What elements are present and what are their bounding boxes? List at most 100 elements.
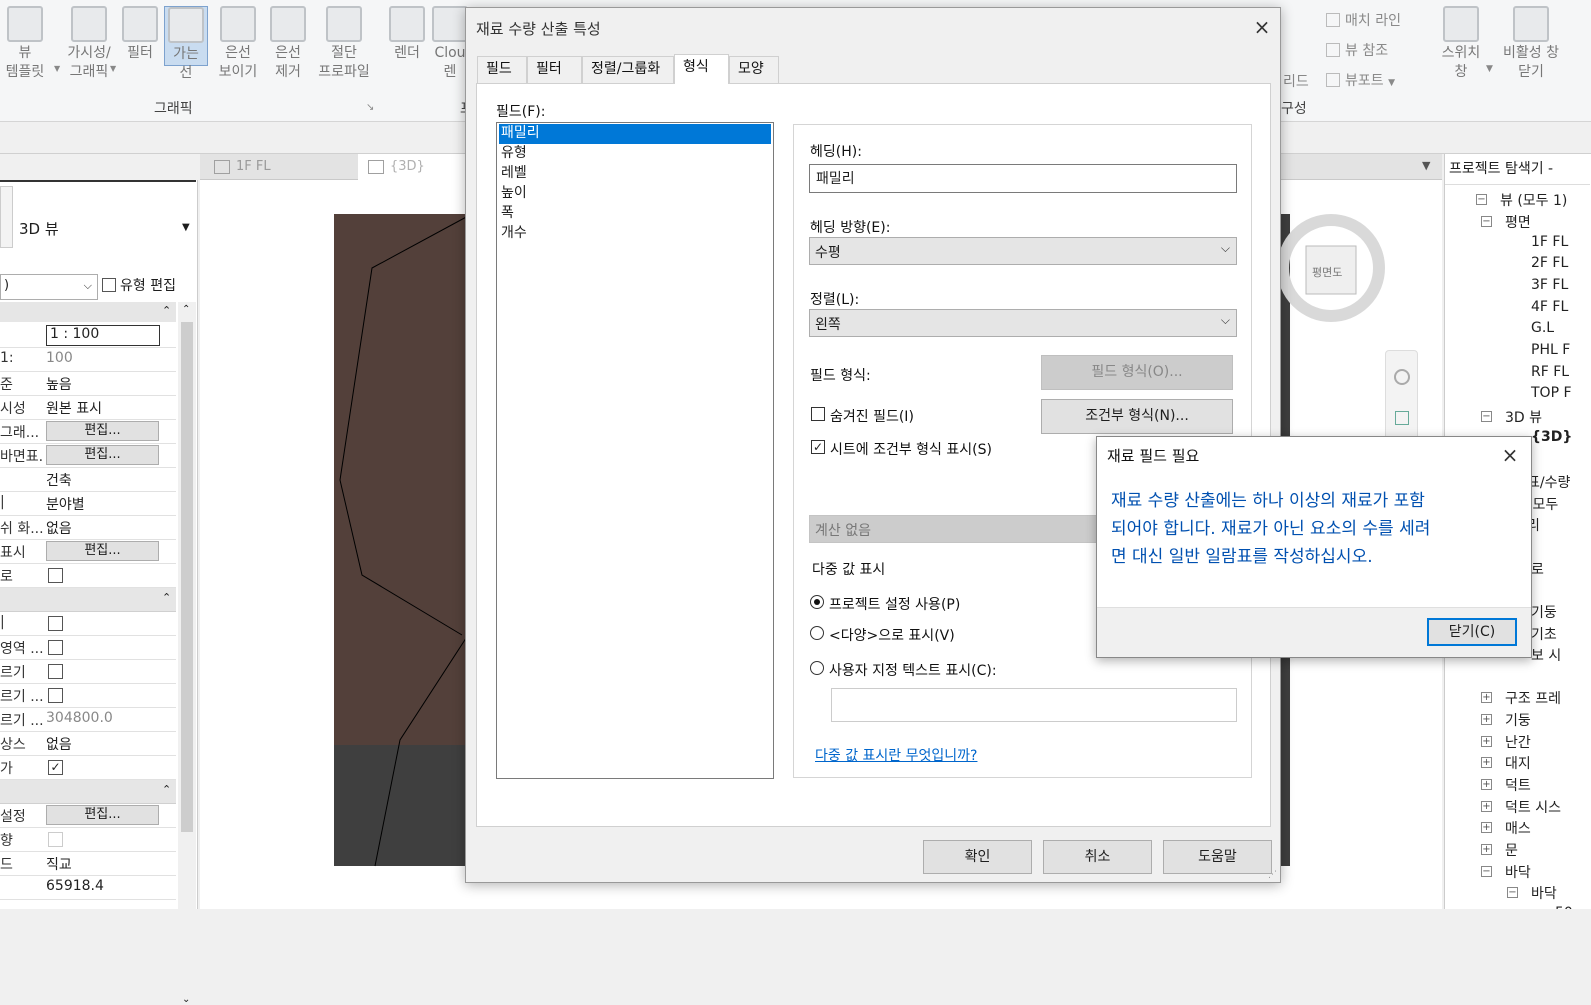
tree-item[interactable]: 표/수량 [1527,472,1570,492]
property-checkbox[interactable] [48,832,63,847]
tree-item[interactable]: G.L [1531,320,1554,336]
tree-expander-icon[interactable]: − [1507,887,1518,898]
property-row[interactable]: 바면표...편집... [0,444,176,468]
view-reference-button[interactable]: 뷰 참조 [1326,40,1388,60]
property-checkbox[interactable] [48,616,63,631]
tree-item[interactable]: PHL F [1531,342,1570,358]
tree-item[interactable]: {3D} [1531,429,1572,445]
tree-item[interactable]: 4F FL [1531,299,1568,315]
scrollbar-thumb[interactable] [181,322,193,832]
tree-item[interactable]: 보 시 [1531,645,1561,665]
tree-expander-icon[interactable]: + [1481,779,1492,790]
tree-item[interactable]: 바닥 [1531,883,1557,903]
field-list-item[interactable]: 개수 [499,224,771,244]
group-launcher-icon[interactable]: ↘ [366,102,374,113]
ribbon-button[interactable]: 뷰 템플릿 [0,6,50,82]
resize-grip-icon[interactable]: ⋰ [1268,870,1277,880]
tree-item[interactable]: 뷰 (모두 1) [1500,190,1567,210]
tree-item[interactable]: 문 [1505,840,1518,860]
ribbon-button[interactable]: 은선 제거 [264,6,312,82]
tree-item[interactable]: 3D 뷰 [1505,407,1542,427]
steering-wheel-icon[interactable] [1394,369,1410,385]
section-header-graphics[interactable]: ⌃ [0,302,176,322]
zoom-icon[interactable] [1395,411,1409,425]
property-row[interactable]: | 분야별 [0,492,176,516]
heading-input[interactable]: 패밀리 [809,164,1237,193]
heading-direction-select[interactable]: 수평 ⌵ [809,237,1237,265]
tree-expander-icon[interactable]: + [1481,801,1492,812]
property-edit-button[interactable]: 편집... [46,445,159,465]
property-checkbox[interactable] [48,640,63,655]
tree-expander-icon[interactable]: − [1481,411,1492,422]
property-value[interactable]: 1 : 100 [46,325,160,346]
help-button[interactable]: 도움말 [1163,840,1272,874]
tree-item[interactable]: RF FL [1531,364,1569,380]
radio-custom-text[interactable] [810,661,824,675]
tree-item[interactable]: 2F FL [1531,255,1568,271]
property-row[interactable]: 쉬 화... 없음 [0,516,176,540]
tree-item[interactable]: 덕트 시스 [1505,797,1561,817]
ribbon-button[interactable]: 필터 [118,6,162,63]
tree-item[interactable]: 3F FL [1531,277,1568,293]
ribbon-button[interactable]: 가는 선 [164,6,208,81]
tree-item[interactable]: 1F FL [1531,234,1568,250]
message-close-button[interactable]: 닫기(C) [1427,618,1517,646]
dialog-tab[interactable]: 필터 [527,56,582,83]
ribbon-chevron-icon[interactable]: ▼ [110,64,116,73]
instance-selector[interactable]: ) ⌵ [0,274,98,300]
tree-expander-icon[interactable]: + [1481,757,1492,768]
viewports-button[interactable]: 뷰포트 ▼ [1326,70,1395,90]
scroll-up-icon[interactable]: ⌃ [182,304,190,315]
multi-value-help-link[interactable]: 다중 값 표시란 무엇입니까? [815,745,977,765]
property-edit-button[interactable]: 편집... [46,541,159,561]
radio-project-setting[interactable] [810,595,824,609]
property-edit-button[interactable]: 편집... [46,421,159,441]
properties-scrollbar[interactable]: ⌃ ⌄ [178,302,196,1005]
property-row[interactable]: 르기 [0,660,176,684]
property-row[interactable]: 1: 100 [0,348,176,372]
ok-button[interactable]: 확인 [923,840,1032,874]
field-list-item[interactable]: 레벨 [499,164,771,184]
tree-item[interactable]: 바닥 [1505,862,1531,882]
property-row[interactable]: | [0,612,176,636]
property-row[interactable]: 설정 편집... [0,804,176,828]
tab-list-chevron-icon[interactable]: ▼ [1422,159,1430,172]
field-list-item[interactable]: 패밀리 [499,124,771,144]
tree-expander-icon[interactable]: + [1481,692,1492,703]
ribbon-chevron-icon[interactable]: ▼ [54,64,60,73]
edit-type-button[interactable]: 유형 편집 [102,275,176,295]
property-checkbox[interactable]: ✓ [48,760,63,775]
property-row[interactable]: 65918.4 [0,876,176,900]
dialog-close-icon[interactable]: × [1252,17,1272,37]
switch-window-chevron-icon[interactable]: ▼ [1486,64,1493,74]
tree-item[interactable]: 대지 [1505,753,1531,773]
tree-expander-icon[interactable]: + [1481,714,1492,725]
ribbon-button[interactable]: Clou 렌 [432,6,468,82]
property-checkbox[interactable] [48,568,63,583]
property-row[interactable]: 건축 [0,468,176,492]
tree-expander-icon[interactable]: − [1481,216,1492,227]
field-list-item[interactable]: 유형 [499,144,771,164]
alignment-select[interactable]: 왼쪽 ⌵ [809,309,1237,337]
property-row[interactable]: 표시 편집... [0,540,176,564]
property-row[interactable]: 영역 ... [0,636,176,660]
ribbon-button[interactable]: 절단 프로파일 [314,6,374,82]
property-row[interactable]: 1 : 100 [0,324,176,348]
dialog-tab[interactable]: 필드 [477,56,527,83]
property-row[interactable]: 향 [0,828,176,852]
tree-item[interactable]: 50 [1555,905,1573,909]
dialog-tab[interactable]: 모양 [729,56,779,83]
scroll-down-icon[interactable]: ⌄ [182,994,190,1005]
property-row[interactable]: 가 ✓ [0,756,176,780]
tree-expander-icon[interactable]: + [1481,844,1492,855]
tree-item[interactable]: 난간 [1505,732,1531,752]
cancel-button[interactable]: 취소 [1043,840,1152,874]
property-row[interactable]: 시성 원본 표시 [0,396,176,420]
tree-expander-icon[interactable]: + [1481,822,1492,833]
field-list-item[interactable]: 폭 [499,204,771,224]
conditional-format-button[interactable]: 조건부 형식(N)... [1041,399,1233,434]
tree-item[interactable]: TOP F [1531,385,1572,401]
tree-item[interactable]: 매스 [1505,818,1531,838]
tree-expander-icon[interactable]: − [1476,194,1487,205]
view-tab-3d[interactable]: {3D} [358,154,468,180]
